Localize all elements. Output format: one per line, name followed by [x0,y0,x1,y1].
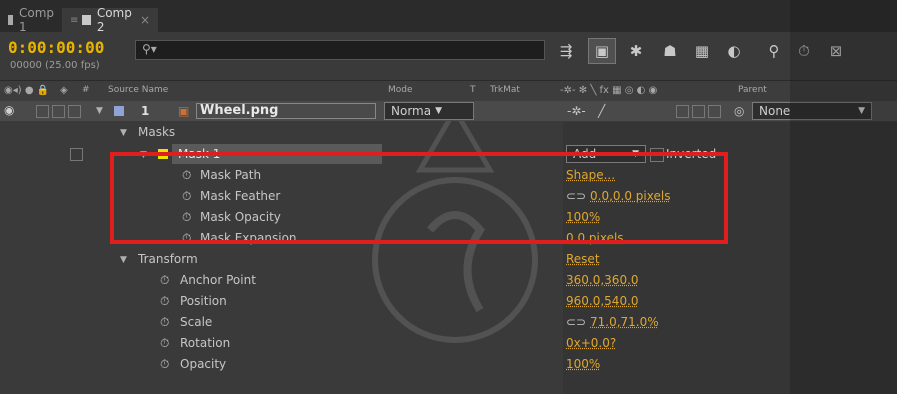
property-label: Position [180,294,227,308]
layer-row[interactable]: ◉ ▼ 1 ▣ Wheel.png Norma ▼ -✲- ╱ ◎ None ▼ [0,101,897,121]
masks-group-row[interactable]: ▼ Masks [0,122,897,143]
pickwhip-icon[interactable]: ◎ [734,104,744,118]
property-label: Rotation [180,336,231,350]
link-icon[interactable]: ⊂⊃ [566,315,586,329]
property-label: Anchor Point [180,273,256,287]
av-features-icon[interactable]: ◉◂) ● 🔒 [4,85,49,96]
property-value[interactable]: 0x+0.0? [566,336,616,350]
transform-group-row[interactable]: ▼ Transform Reset [0,249,897,270]
switch-box[interactable] [708,105,721,118]
layer-number: 1 [141,104,150,118]
close-icon[interactable]: × [140,13,150,27]
anchor-point-row[interactable]: ⏱ Anchor Point 360.0,360.0 [0,270,897,291]
transform-label: Transform [138,252,198,266]
tab-comp-2[interactable]: ≡ Comp 2 × [62,6,158,34]
tab-label: Comp 2 [96,6,132,34]
blend-mode-select[interactable]: Norma ▼ [384,102,474,120]
audio-toggle[interactable] [36,105,49,118]
property-value[interactable]: 360.0,360.0 [566,273,639,287]
label-column-icon[interactable]: ◈ [60,85,68,96]
comp-swatch-icon [82,15,91,25]
frame-blending-icon[interactable]: ▦ [688,38,716,64]
search-icon: ⚲▾ [142,42,157,56]
stopwatch-icon[interactable]: ⏱ [160,336,169,351]
tab-label: Comp 1 [18,6,54,34]
expand-triangle-icon[interactable]: ▼ [120,128,127,138]
rotation-row[interactable]: ⏱ Rotation 0x+0.0? [0,333,897,354]
number-column-header[interactable]: # [82,85,90,95]
mask-lock-toggle[interactable] [70,148,83,161]
live-update-icon[interactable]: ▣ [588,38,616,64]
tab-bar: Comp 1 ≡ Comp 2 × [0,0,897,34]
property-value[interactable]: 100% [566,357,600,371]
opacity-row[interactable]: ⏱ Opacity 100% [0,354,897,375]
brainstorm-icon[interactable]: ⚲ [760,38,788,64]
quality-switch-icon[interactable]: ╱ [598,104,605,118]
shy-switch-icon[interactable]: -✲- [567,104,586,118]
search-input[interactable]: ⚲▾ [135,40,545,60]
expand-triangle-icon[interactable]: ▼ [120,255,127,265]
position-row[interactable]: ⏱ Position 960.0,540.0 [0,291,897,312]
menu-grip-icon: ≡ [70,14,79,26]
blend-mode-value: Norma [391,104,432,118]
annotation-highlight-box [110,152,728,244]
comp-swatch-icon [8,15,13,25]
stopwatch-icon[interactable]: ⏱ [160,273,169,288]
source-name-column-header[interactable]: Source Name [108,85,168,95]
chevron-down-icon: ▼ [435,106,443,116]
parent-value: None [759,104,791,118]
reset-link[interactable]: Reset [566,252,600,266]
video-visibility-icon[interactable]: ◉ [4,103,14,117]
frame-rate-label: 00000 (25.00 fps) [10,60,100,71]
solo-toggle[interactable] [52,105,65,118]
layer-name-field[interactable]: Wheel.png [196,103,376,119]
layer-label-color-icon[interactable] [114,106,124,116]
scale-row[interactable]: ⏱ Scale ⊂⊃ 71.0,71.0% [0,312,897,333]
switches-icons[interactable]: -✲- ✻ ╲ fx ▦ ◎ ◐ ◉ [560,85,657,96]
stopwatch-icon[interactable]: ⏱ [160,357,169,372]
parent-column-header[interactable]: Parent [738,85,767,95]
hide-shy-layers-icon[interactable]: ☗ [656,38,684,64]
masks-label: Masks [138,125,176,139]
layer-name: Wheel.png [200,103,279,118]
footage-file-icon: ▣ [178,104,190,118]
lock-toggle[interactable] [68,105,81,118]
draft-3d-icon[interactable]: ✱ [622,38,650,64]
stopwatch-icon[interactable]: ⏱ [160,294,169,309]
property-value[interactable]: 71.0,71.0% [590,315,659,329]
motion-blur-icon[interactable]: ◐ [720,38,748,64]
current-time-display[interactable]: 0:00:00:00 [8,38,104,57]
stopwatch-icon[interactable]: ⏱ [160,315,169,330]
property-label: Opacity [180,357,227,371]
layer-expand-triangle-icon[interactable]: ▼ [96,106,103,116]
timeline-graph-area[interactable] [790,0,897,394]
switch-box[interactable] [692,105,705,118]
comp-mini-flowchart-icon[interactable]: ⇶ [552,38,580,64]
switch-box[interactable] [676,105,689,118]
property-value[interactable]: 960.0,540.0 [566,294,639,308]
tab-comp-1[interactable]: Comp 1 [0,6,62,34]
property-label: Scale [180,315,213,329]
